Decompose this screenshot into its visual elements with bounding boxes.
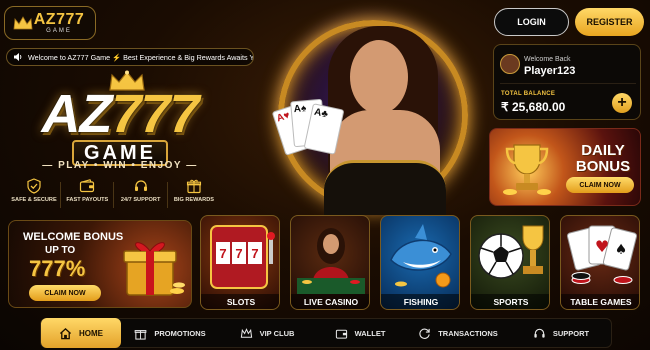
nav-label: WALLET [354,328,386,338]
welcome-bonus-amount: 777% [29,256,86,281]
hero-logo-az: AZ [41,84,112,144]
ticker-text: Welcome to AZ777 Game ⚡ Best Experience … [28,52,254,62]
hero-logo-number: 777 [111,84,199,144]
gift-box-icon [123,242,185,296]
headset-icon [534,328,545,338]
tagline: — PLAY • WIN • ENJOY — [42,160,198,171]
wallet-icon [80,179,95,193]
category-slots[interactable]: 7 7 7 SLOTS [200,215,280,310]
nav-vip-club[interactable]: VIP CLUB [219,318,315,348]
refresh-icon [419,328,430,339]
playing-cards-icon: ♥ ♠ [566,225,638,284]
total-balance-label: TOTAL BALANCE [501,91,556,97]
crown-icon [240,327,252,338]
wallet-icon [335,329,347,339]
nav-transactions[interactable]: TRANSACTIONS [405,318,511,348]
logo-brand: AZ777 [33,11,85,28]
divider [500,83,636,84]
nav-label: SUPPORT [552,328,590,338]
player-name: Player123 [524,65,576,77]
login-button[interactable]: LOGIN [494,8,569,36]
hero-logo-title: AZ777 [10,86,230,142]
hero-model-face [350,40,408,114]
nav-label: HOME [79,328,103,338]
account-panel: Welcome Back Player123 TOTAL BALANCE ₹ 2… [493,44,641,120]
svg-text:7: 7 [235,246,242,261]
category-label: LIVE CASINO [291,294,369,309]
nav-home[interactable]: HOME [41,318,121,348]
headset-icon [134,180,147,191]
home-icon [59,327,72,339]
gift-icon [186,179,201,194]
slot-machine-icon: 7 7 7 [210,225,275,289]
daily-bonus-title: DAILY BONUS [568,143,638,175]
trophy-icon [503,144,551,195]
nav-promotions[interactable]: PROMOTIONS [121,318,219,348]
avatar[interactable] [500,54,520,74]
hero-banner: A♥ A♠ A♣ [250,0,490,215]
feature-payouts: FAST PAYOUTS [61,178,113,214]
auth-buttons: LOGIN REGISTER [494,8,644,36]
daily-bonus-claim-button[interactable]: CLAIM NOW [566,177,634,193]
daily-bonus-title-1: DAILY [581,142,625,159]
svg-text:♠: ♠ [615,242,628,258]
register-button[interactable]: REGISTER [574,8,644,36]
feature-label: BIG REWARDS [173,197,214,203]
logo-sub: GAME [46,28,72,34]
nav-label: TRANSACTIONS [438,328,498,338]
nav-wallet[interactable]: WALLET [315,318,405,348]
welcome-bonus-up-to: UP TO [45,245,76,256]
welcome-bonus-title: WELCOME BONUS [23,231,124,243]
feature-list: SAFE & SECURE FAST PAYOUTS 24/7 SUPPORT … [8,178,220,214]
feature-support: 24/7 SUPPORT [115,178,167,214]
top-logo[interactable]: AZ777 GAME [4,6,96,40]
category-label: SLOTS [201,294,279,309]
welcome-back-label: Welcome Back [524,56,571,63]
speaker-icon [14,53,22,61]
nav-label: VIP CLUB [259,328,295,338]
crown-icon [13,16,33,30]
daily-bonus-title-2: BONUS [575,158,631,175]
category-label: FISHING [381,294,459,309]
playing-cards-icon: A♥ A♠ A♣ [270,98,350,170]
welcome-bonus-card[interactable]: WELCOME BONUS UP TO 777% CLAIM NOW [8,220,192,308]
daily-bonus-card[interactable]: DAILY BONUS CLAIM NOW [489,128,641,206]
feature-label: FAST PAYOUTS [66,197,109,203]
dealer-icon [297,228,365,294]
feature-label: 24/7 SUPPORT [120,197,161,203]
welcome-bonus-claim-button[interactable]: CLAIM NOW [29,285,101,301]
svg-text:7: 7 [219,246,226,261]
nav-label: PROMOTIONS [154,328,206,338]
gift-icon [135,329,147,340]
announcement-ticker: Welcome to AZ777 Game ⚡ Best Experience … [6,48,254,66]
shark-icon [390,224,452,288]
add-funds-button[interactable]: + [612,93,632,113]
soccer-ball-icon [478,225,544,279]
category-live-casino[interactable]: LIVE CASINO [290,215,370,310]
feature-label: SAFE & SECURE [11,197,57,203]
category-sports[interactable]: SPORTS [470,215,550,310]
category-fishing[interactable]: FISHING [380,215,460,310]
category-label: SPORTS [471,294,549,309]
bottom-nav: HOME PROMOTIONS VIP CLUB WALLET TRANSACT… [40,318,612,348]
category-table-games[interactable]: ♥ ♠ TABLE GAMES [560,215,640,310]
svg-text:7: 7 [251,246,258,261]
shield-check-icon [27,178,41,194]
balance-value: ₹ 25,680.00 [501,100,566,114]
svg-text:♥: ♥ [595,237,609,256]
nav-support[interactable]: SUPPORT [511,318,611,348]
feature-safe: SAFE & SECURE [8,178,60,214]
feature-rewards: BIG REWARDS [168,178,220,214]
category-label: TABLE GAMES [561,294,639,309]
